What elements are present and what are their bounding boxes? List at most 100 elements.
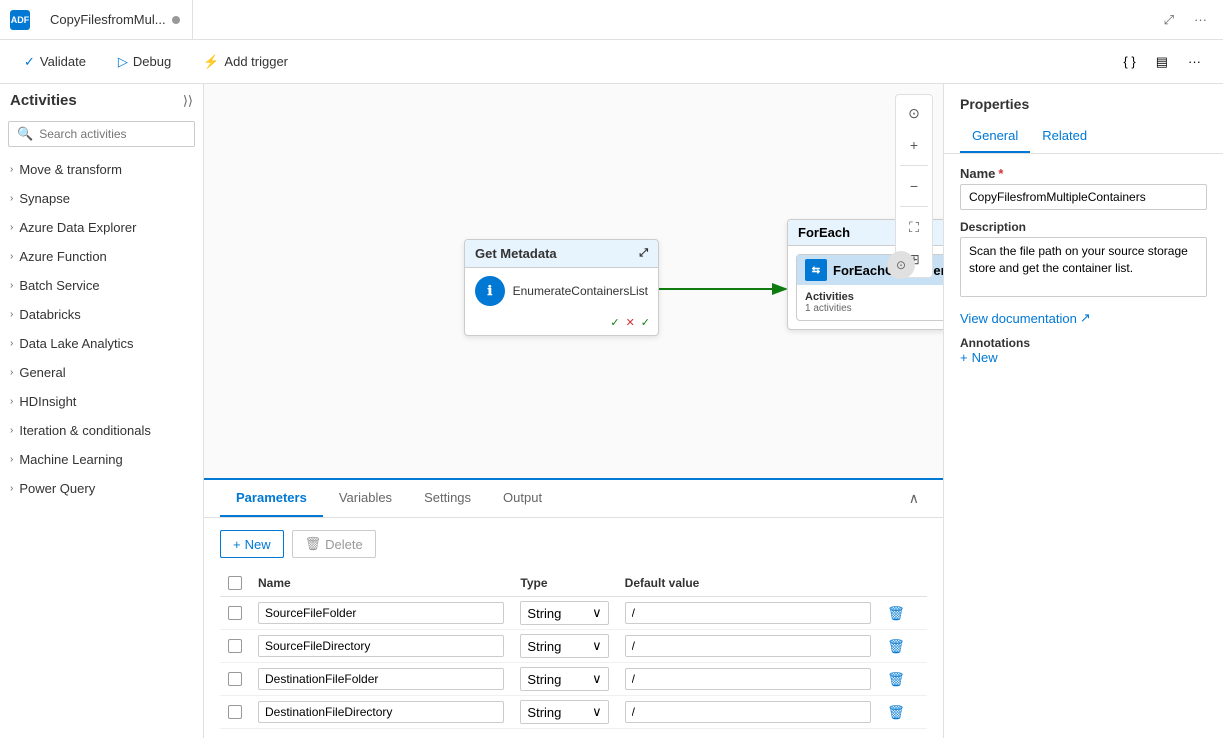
sidebar-item-label: Iteration & conditionals <box>19 423 151 438</box>
code-view-icon[interactable]: { } <box>1117 50 1141 73</box>
param-default-input-3[interactable] <box>625 701 871 723</box>
sidebar-collapse-icon[interactable]: ⟩⟩ <box>183 93 193 109</box>
sidebar-title: Activities <box>10 92 77 109</box>
sidebar-item-label: Machine Learning <box>19 452 122 467</box>
validate-label: Validate <box>40 54 86 69</box>
annotations-group: Annotations + New <box>960 336 1207 365</box>
chevron-icon: › <box>10 280 13 291</box>
select-all-checkbox[interactable] <box>228 576 242 590</box>
chevron-down-icon: ∨ <box>592 671 602 687</box>
delete-param-button[interactable]: 🗑 Delete <box>292 530 376 558</box>
delete-row-button-0[interactable]: 🗑 <box>887 605 905 621</box>
delete-row-button-3[interactable]: 🗑 <box>887 704 905 720</box>
pipeline-tab[interactable]: CopyFilesfromMul... <box>38 0 193 40</box>
sidebar-item-machine-learning[interactable]: › Machine Learning <box>0 445 203 474</box>
row-checkbox-0[interactable] <box>228 606 242 620</box>
toolbar-divider <box>900 165 928 166</box>
delete-row-button-1[interactable]: 🗑 <box>887 638 905 654</box>
sidebar-item-azure-function[interactable]: › Azure Function <box>0 242 203 271</box>
sidebar-item-databricks[interactable]: › Databricks <box>0 300 203 329</box>
sidebar-item-move-transform[interactable]: › Move & transform <box>0 155 203 184</box>
sidebar-item-label: Azure Function <box>19 249 106 264</box>
zoom-in-icon[interactable]: + <box>900 131 928 159</box>
search-input[interactable] <box>39 127 194 141</box>
properties-header: Properties <box>944 84 1223 112</box>
row-checkbox-3[interactable] <box>228 705 242 719</box>
expand-node-icon[interactable]: ⤢ <box>639 247 648 260</box>
tab-settings[interactable]: Settings <box>408 480 487 517</box>
external-link-icon: ↗ <box>1080 310 1091 326</box>
add-annotation-button[interactable]: + New <box>960 350 1207 365</box>
scroll-handle[interactable]: ⊙ <box>887 251 915 279</box>
param-type-select-0[interactable]: String ∨ <box>520 601 608 625</box>
sidebar-item-general[interactable]: › General <box>0 358 203 387</box>
row-checkbox-1[interactable] <box>228 639 242 653</box>
param-name-input-1[interactable] <box>258 635 504 657</box>
param-type-select-2[interactable]: String ∨ <box>520 667 608 691</box>
sidebar-item-power-query[interactable]: › Power Query <box>0 474 203 503</box>
description-textarea[interactable]: Scan the file path on your source storag… <box>960 237 1207 297</box>
activities-label: Activities <box>805 291 854 303</box>
sidebar-item-label: Synapse <box>19 191 70 206</box>
table-row: String ∨ 🗑 <box>220 696 927 729</box>
delete-row-button-2[interactable]: 🗑 <box>887 671 905 687</box>
row-checkbox-2[interactable] <box>228 672 242 686</box>
new-param-button[interactable]: + New <box>220 530 284 558</box>
default-column-header: Default value <box>617 570 879 597</box>
get-metadata-node[interactable]: Get Metadata ⤢ ℹ EnumerateContainersList… <box>464 239 659 336</box>
param-name-input-0[interactable] <box>258 602 504 624</box>
sidebar-item-iteration[interactable]: › Iteration & conditionals <box>0 416 203 445</box>
chevron-icon: › <box>10 338 13 349</box>
name-column-header: Name <box>250 570 512 597</box>
collapse-panel-icon[interactable]: ∧ <box>901 486 927 511</box>
param-default-input-1[interactable] <box>625 635 871 657</box>
add-annotation-label: New <box>972 350 998 365</box>
debug-icon: ▷ <box>118 54 128 70</box>
sidebar-item-batch-service[interactable]: › Batch Service <box>0 271 203 300</box>
pipeline-canvas[interactable]: Get Metadata ⤢ ℹ EnumerateContainersList… <box>204 84 943 478</box>
param-name-input-2[interactable] <box>258 668 504 690</box>
chevron-icon: › <box>10 454 13 465</box>
more-options-icon[interactable]: ··· <box>1188 8 1213 31</box>
add-trigger-button[interactable]: ⚡ Add trigger <box>195 50 296 74</box>
fit-screen-icon[interactable]: ⛶ <box>900 213 928 241</box>
sidebar-item-label: HDInsight <box>19 394 76 409</box>
props-tab-related[interactable]: Related <box>1030 120 1099 153</box>
params-table: Name Type Default value String <box>220 570 927 729</box>
param-type-select-3[interactable]: String ∨ <box>520 700 608 724</box>
zoom-out-icon[interactable]: − <box>900 172 928 200</box>
validate-button[interactable]: ✓ Validate <box>16 50 94 74</box>
sidebar-item-data-lake[interactable]: › Data Lake Analytics <box>0 329 203 358</box>
sidebar-item-azure-data-explorer[interactable]: › Azure Data Explorer <box>0 213 203 242</box>
panel-icon[interactable]: ▤ <box>1150 50 1174 74</box>
param-default-input-2[interactable] <box>625 668 871 690</box>
sidebar-item-hdinsight[interactable]: › HDInsight <box>0 387 203 416</box>
sidebar-item-label: Batch Service <box>19 278 99 293</box>
name-input[interactable] <box>960 184 1207 210</box>
param-default-input-0[interactable] <box>625 602 871 624</box>
top-bar: ADF CopyFilesfromMul... ⤢ ··· <box>0 0 1223 40</box>
debug-button[interactable]: ▷ Debug <box>110 50 179 74</box>
param-name-input-3[interactable] <box>258 701 504 723</box>
search-box[interactable]: 🔍 <box>8 121 195 147</box>
tab-output[interactable]: Output <box>487 480 558 517</box>
search-icon: 🔍 <box>17 126 33 142</box>
sidebar-item-label: Azure Data Explorer <box>19 220 136 235</box>
tab-variables[interactable]: Variables <box>323 480 408 517</box>
props-tab-general[interactable]: General <box>960 120 1030 153</box>
fail-indicator: ✕ <box>626 316 635 329</box>
chevron-down-icon: ∨ <box>592 704 602 720</box>
main-layout: Activities ⟩⟩ 🔍 › Move & transform › Syn… <box>0 84 1223 738</box>
overflow-menu-icon[interactable]: ··· <box>1182 50 1207 73</box>
zoom-fit-icon[interactable]: ⊙ <box>900 99 928 127</box>
view-docs-label: View documentation <box>960 311 1077 326</box>
top-right-actions: ⤢ ··· <box>1158 8 1213 32</box>
expand-icon[interactable]: ⤢ <box>1158 8 1180 32</box>
sidebar-item-label: General <box>19 365 65 380</box>
sidebar-item-synapse[interactable]: › Synapse <box>0 184 203 213</box>
scroll-handle-icon: ⊙ <box>896 258 906 272</box>
tab-parameters[interactable]: Parameters <box>220 480 323 517</box>
bottom-actions: + New 🗑 Delete <box>220 530 927 558</box>
view-docs-link[interactable]: View documentation ↗ <box>960 310 1207 326</box>
param-type-select-1[interactable]: String ∨ <box>520 634 608 658</box>
